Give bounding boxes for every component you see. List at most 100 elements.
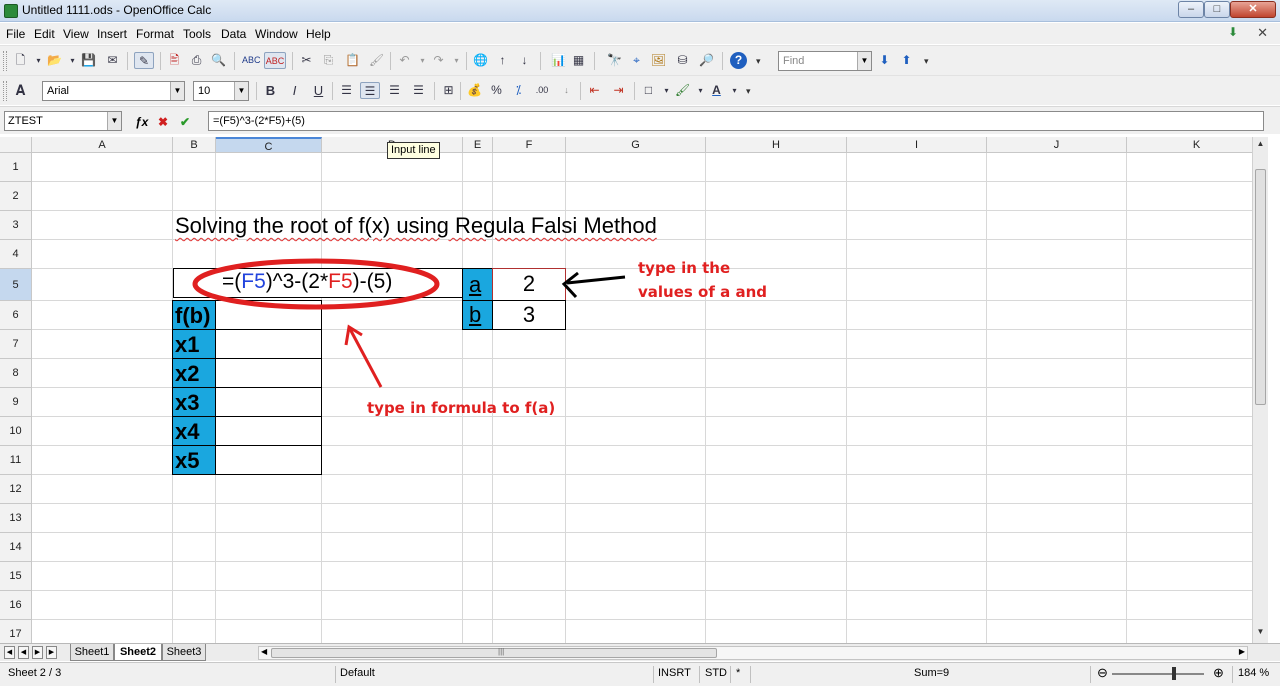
column-header-i[interactable]: I	[847, 137, 987, 153]
hyperlink-icon[interactable]: 🌐	[472, 52, 489, 69]
menu-file[interactable]: File	[6, 27, 25, 41]
help-icon[interactable]: ?	[730, 52, 747, 69]
number-format-standard-icon[interactable]: ⁒	[510, 82, 527, 99]
value-cell[interactable]	[215, 416, 322, 446]
justify-icon[interactable]: ☰	[410, 82, 427, 99]
borders-icon[interactable]: □	[640, 82, 657, 99]
row-header-5[interactable]: 5	[0, 269, 32, 301]
row-header-13[interactable]: 13	[0, 504, 32, 533]
align-center-icon[interactable]: ☰	[360, 82, 380, 99]
email-icon[interactable]: ✉	[104, 52, 121, 69]
tab-sheet3[interactable]: Sheet3	[162, 644, 206, 661]
cut-icon[interactable]: ✂	[298, 52, 315, 69]
font-name-select[interactable]: Arial ▼	[42, 81, 185, 101]
column-header-b[interactable]: B	[173, 137, 216, 153]
undo-dropdown-icon[interactable]: ▾	[414, 52, 431, 69]
menu-data[interactable]: Data	[221, 27, 246, 41]
row-header-7[interactable]: 7	[0, 330, 32, 359]
chart-icon[interactable]: 📊	[550, 52, 567, 69]
column-header-g[interactable]: G	[566, 137, 706, 153]
open-dropdown-icon[interactable]: ▾	[64, 52, 81, 69]
align-left-icon[interactable]: ☰	[338, 82, 355, 99]
row-header-6[interactable]: 6	[0, 301, 32, 330]
row-header-15[interactable]: 15	[0, 562, 32, 591]
menu-edit[interactable]: Edit	[34, 27, 55, 41]
label-cell[interactable]: f(b)	[172, 300, 216, 330]
row-header-16[interactable]: 16	[0, 591, 32, 620]
column-header-f[interactable]: F	[493, 137, 566, 153]
value-cell[interactable]	[215, 445, 322, 475]
navigator-icon[interactable]: ⌖	[628, 52, 645, 69]
cancel-icon[interactable]: ✖	[158, 115, 168, 129]
scroll-up-icon[interactable]: ▲	[1253, 139, 1268, 148]
undo-icon[interactable]: ↶	[396, 52, 413, 69]
column-header-j[interactable]: J	[987, 137, 1127, 153]
minimize-button[interactable]: –	[1178, 1, 1204, 18]
scroll-right-icon[interactable]: ▶	[1239, 647, 1245, 656]
chevron-down-icon[interactable]: ▼	[170, 82, 184, 100]
last-sheet-icon[interactable]: ▶	[46, 646, 57, 659]
menu-insert[interactable]: Insert	[97, 27, 127, 41]
tab-sheet2[interactable]: Sheet2	[114, 644, 162, 661]
row-header-1[interactable]: 1	[0, 153, 32, 182]
delete-decimal-icon[interactable]: ↓	[558, 82, 575, 99]
horizontal-scroll-thumb[interactable]: |||	[271, 647, 717, 658]
find-replace-icon[interactable]: 🔭	[606, 52, 623, 69]
input-line[interactable]: =(F5)^3-(2*F5)+(5)	[208, 111, 1264, 131]
underline-button[interactable]: U	[310, 82, 327, 99]
align-right-icon[interactable]: ☰	[386, 82, 403, 99]
accept-icon[interactable]: ✔	[180, 115, 190, 129]
page-style[interactable]: Default	[340, 667, 375, 679]
chevron-down-icon[interactable]: ▼	[107, 112, 121, 130]
edit-file-icon[interactable]: ✎	[134, 52, 154, 69]
autospellcheck-icon[interactable]: ABC	[264, 52, 286, 69]
label-cell[interactable]: x4	[172, 416, 216, 446]
styles-formatting-icon[interactable]: 𝐀	[12, 82, 29, 99]
previous-sheet-icon[interactable]: ◀	[18, 646, 29, 659]
value-cell[interactable]	[215, 358, 322, 388]
merge-cells-icon[interactable]: ⊞	[440, 82, 457, 99]
clone-formatting-icon[interactable]: 🖌	[368, 52, 385, 69]
column-header-h[interactable]: H	[706, 137, 847, 153]
redo-icon[interactable]: ↷	[430, 52, 447, 69]
add-decimal-button[interactable]: .00	[532, 82, 552, 99]
zoom-level[interactable]: 184 %	[1238, 667, 1269, 679]
data-sources-icon[interactable]: ⛁	[674, 52, 691, 69]
menu-help[interactable]: Help	[306, 27, 331, 41]
print-icon[interactable]: ⎙	[188, 52, 205, 69]
first-sheet-icon[interactable]: ◀	[4, 646, 15, 659]
datapilot-icon[interactable]: ▦	[570, 52, 587, 69]
row-header-11[interactable]: 11	[0, 446, 32, 475]
spreadsheet-grid[interactable]: A B C D E F G H I J K 1 2 3 4 5 6 7 8 9 …	[0, 137, 1252, 643]
sort-descending-icon[interactable]: ↓	[516, 52, 533, 69]
italic-button[interactable]: I	[286, 82, 303, 99]
decrease-indent-icon[interactable]: ⇤	[586, 82, 603, 99]
vertical-scrollbar[interactable]: ▲ ▼	[1252, 137, 1268, 643]
save-icon[interactable]: 💾	[80, 52, 97, 69]
toolbar-more-icon[interactable]: ▾	[756, 56, 764, 72]
label-cell[interactable]: x5	[172, 445, 216, 475]
spellcheck-icon[interactable]: ABC	[242, 52, 261, 69]
percent-button[interactable]: %	[488, 82, 505, 99]
value-cell[interactable]	[215, 329, 322, 359]
font-size-select[interactable]: 10 ▼	[193, 81, 249, 101]
copy-icon[interactable]: ⎘	[320, 52, 337, 69]
next-sheet-icon[interactable]: ▶	[32, 646, 43, 659]
name-box[interactable]: ZTEST ▼	[4, 111, 122, 131]
find-previous-icon[interactable]: ⬆	[898, 52, 915, 69]
zoom-slider[interactable]	[1112, 673, 1204, 675]
zoom-in-icon[interactable]: ⊕	[1213, 665, 1224, 681]
function-wizard-icon[interactable]: ƒx	[135, 115, 148, 129]
new-document-icon[interactable]: 🗋	[12, 52, 29, 69]
menu-window[interactable]: Window	[255, 27, 298, 41]
label-cell[interactable]: x3	[172, 387, 216, 417]
find-next-icon[interactable]: ⬇	[876, 52, 893, 69]
row-header-10[interactable]: 10	[0, 417, 32, 446]
row-header-9[interactable]: 9	[0, 388, 32, 417]
gallery-icon[interactable]: 🖼	[650, 52, 667, 69]
zoom-slider-knob[interactable]	[1172, 667, 1176, 680]
redo-dropdown-icon[interactable]: ▾	[448, 52, 465, 69]
row-header-14[interactable]: 14	[0, 533, 32, 562]
bold-button[interactable]: B	[262, 82, 279, 99]
tab-sheet1[interactable]: Sheet1	[70, 644, 114, 661]
